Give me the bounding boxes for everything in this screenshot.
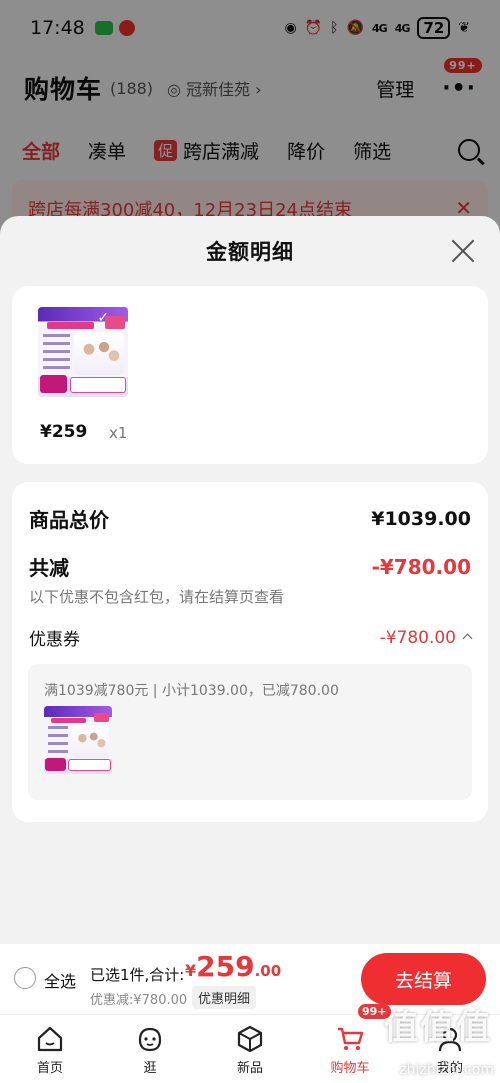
total-amount-integer: 259 (196, 950, 255, 983)
coupon-product-thumbnail[interactable] (44, 706, 112, 774)
product-thumbnail[interactable]: ✓ (38, 307, 128, 397)
select-all-label[interactable]: 全选 (44, 968, 76, 992)
chevron-up-icon (462, 633, 473, 643)
coupon-row[interactable]: 优惠券 -¥780.00 (29, 625, 473, 650)
total-price-label: 商品总价 (29, 508, 109, 532)
product-quantity: x1 (109, 424, 128, 442)
discount-amount: 优惠减:¥780.00 (90, 993, 188, 1008)
nav-cart-label: 购物车 (330, 1061, 370, 1076)
currency-symbol: ¥ (185, 961, 197, 980)
coupon-value: -¥780.00 (379, 627, 473, 648)
coupon-description: 满1039减780元 | 小计1039.00，已减780.00 (44, 683, 339, 699)
coupon-amount: -¥780.00 (379, 627, 456, 648)
check-icon: ✓ (97, 309, 110, 326)
product-price: ¥259 (40, 422, 88, 442)
total-amount-decimal: .00 (254, 962, 282, 980)
discount-detail-button[interactable]: 优惠明细 (192, 986, 257, 1009)
nav-home-label: 首页 (36, 1061, 63, 1076)
nav-home[interactable]: 首页 (0, 1015, 100, 1083)
nav-explore-label: 逛 (143, 1061, 157, 1076)
coupon-label: 优惠券 (29, 630, 80, 650)
checkout-button[interactable]: 去结算 (361, 953, 486, 1005)
sheet-header: 金额明细 (0, 216, 500, 286)
total-reduce-row: 共减 -¥780.00 (29, 552, 471, 581)
discount-note: 以下优惠不包含红包，请在结算页查看 (29, 588, 285, 606)
nav-new[interactable]: 新品 (200, 1015, 300, 1083)
close-icon[interactable] (450, 238, 476, 264)
nav-explore[interactable]: 逛 (100, 1015, 200, 1083)
sheet-title: 金额明细 (206, 240, 294, 264)
total-reduce-label: 共减 (29, 556, 69, 580)
coupon-detail-box: 满1039减780元 | 小计1039.00，已减780.00 (28, 664, 472, 800)
nav-new-label: 新品 (236, 1061, 263, 1076)
total-price-value: ¥1039.00 (371, 507, 471, 530)
home-icon (34, 1023, 66, 1055)
box-icon (234, 1023, 266, 1055)
watermark-url: zhizhizhi.com (399, 1062, 494, 1078)
price-summary-card: 商品总价 ¥1039.00 共减 -¥780.00 以下优惠不包含红包，请在结算… (12, 482, 488, 822)
face-icon (134, 1023, 166, 1055)
watermark-logo: 值值值 (384, 1008, 492, 1048)
selected-info: 已选1件,合计: (90, 966, 185, 984)
total-reduce-value: -¥780.00 (371, 554, 471, 579)
total-price-row: 商品总价 ¥1039.00 (29, 504, 471, 533)
total-amount: ¥259.00 (185, 950, 281, 983)
cart-icon (334, 1023, 366, 1055)
select-all-checkbox[interactable] (14, 967, 36, 989)
amount-detail-sheet: 金额明细 ✓ ¥259 x1 商品总价 ¥1039.00 共减 -¥780.00… (0, 216, 500, 944)
product-card: ✓ ¥259 x1 (12, 286, 488, 464)
